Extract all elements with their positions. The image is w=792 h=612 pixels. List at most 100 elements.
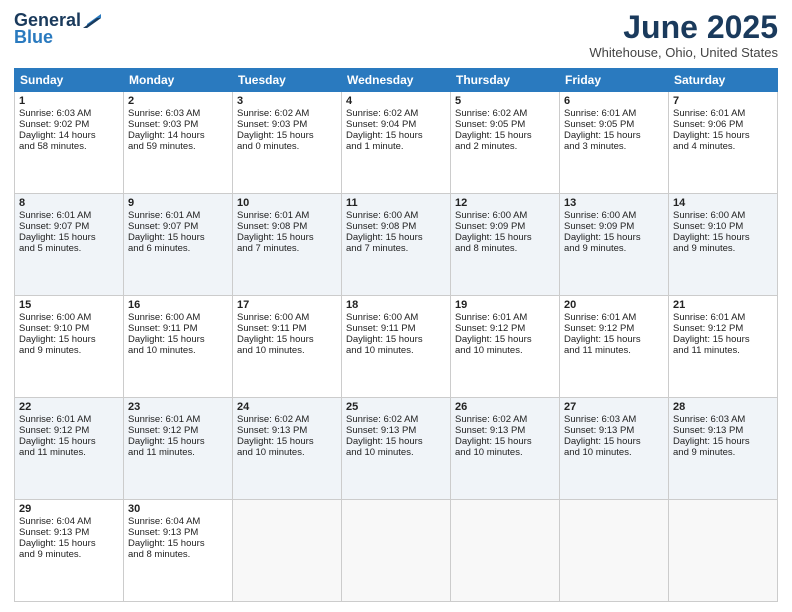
day-number: 24 [237,401,337,413]
day-info: Sunrise: 6:01 AM [455,312,555,323]
calendar-cell: 3Sunrise: 6:02 AMSunset: 9:03 PMDaylight… [233,92,342,194]
day-info: and 9 minutes. [673,243,773,254]
day-info: Sunset: 9:03 PM [237,119,337,130]
day-info: Sunset: 9:13 PM [237,425,337,436]
day-info: Sunset: 9:07 PM [19,221,119,232]
day-info: and 59 minutes. [128,141,228,152]
day-info: Daylight: 15 hours [237,334,337,345]
day-info: Sunset: 9:08 PM [237,221,337,232]
day-info: Sunset: 9:09 PM [455,221,555,232]
day-info: and 6 minutes. [128,243,228,254]
day-info: Sunset: 9:02 PM [19,119,119,130]
day-number: 20 [564,299,664,311]
day-number: 16 [128,299,228,311]
day-info: Daylight: 15 hours [564,130,664,141]
day-info: Daylight: 15 hours [455,130,555,141]
day-number: 8 [19,197,119,209]
day-info: and 8 minutes. [455,243,555,254]
day-number: 1 [19,95,119,107]
day-info: Daylight: 15 hours [237,436,337,447]
day-info: Daylight: 15 hours [346,436,446,447]
day-number: 4 [346,95,446,107]
table-row: 22Sunrise: 6:01 AMSunset: 9:12 PMDayligh… [15,398,778,500]
day-info: Daylight: 15 hours [346,232,446,243]
day-info: Daylight: 15 hours [128,232,228,243]
calendar-cell: 18Sunrise: 6:00 AMSunset: 9:11 PMDayligh… [342,296,451,398]
day-number: 26 [455,401,555,413]
day-info: Sunset: 9:07 PM [128,221,228,232]
day-info: Daylight: 15 hours [128,436,228,447]
table-row: 15Sunrise: 6:00 AMSunset: 9:10 PMDayligh… [15,296,778,398]
day-info: and 11 minutes. [19,447,119,458]
day-info: Sunset: 9:13 PM [673,425,773,436]
logo: General Blue [14,10,101,48]
day-number: 7 [673,95,773,107]
calendar-cell: 12Sunrise: 6:00 AMSunset: 9:09 PMDayligh… [451,194,560,296]
day-info: Sunrise: 6:02 AM [346,108,446,119]
header-row: Sunday Monday Tuesday Wednesday Thursday… [15,69,778,92]
day-number: 22 [19,401,119,413]
calendar-cell: 14Sunrise: 6:00 AMSunset: 9:10 PMDayligh… [669,194,778,296]
day-info: Sunset: 9:12 PM [673,323,773,334]
day-info: and 2 minutes. [455,141,555,152]
day-info: Daylight: 15 hours [237,232,337,243]
day-info: and 3 minutes. [564,141,664,152]
day-info: Daylight: 15 hours [19,334,119,345]
day-info: Daylight: 15 hours [19,436,119,447]
day-number: 2 [128,95,228,107]
calendar-cell [342,500,451,602]
day-info: and 10 minutes. [564,447,664,458]
day-info: Daylight: 15 hours [128,538,228,549]
day-info: Daylight: 15 hours [564,334,664,345]
title-block: June 2025 Whitehouse, Ohio, United State… [589,10,778,60]
day-info: Daylight: 15 hours [19,232,119,243]
day-info: Sunset: 9:05 PM [564,119,664,130]
day-info: and 7 minutes. [346,243,446,254]
day-info: and 0 minutes. [237,141,337,152]
day-info: Sunset: 9:12 PM [19,425,119,436]
calendar-cell: 28Sunrise: 6:03 AMSunset: 9:13 PMDayligh… [669,398,778,500]
col-friday: Friday [560,69,669,92]
day-number: 29 [19,503,119,515]
day-info: Sunset: 9:13 PM [128,527,228,538]
day-info: Sunset: 9:11 PM [237,323,337,334]
calendar-cell: 2Sunrise: 6:03 AMSunset: 9:03 PMDaylight… [124,92,233,194]
day-info: Sunset: 9:10 PM [19,323,119,334]
day-number: 6 [564,95,664,107]
day-info: and 11 minutes. [128,447,228,458]
day-info: Sunset: 9:12 PM [455,323,555,334]
day-info: Sunset: 9:06 PM [673,119,773,130]
day-info: Sunrise: 6:00 AM [237,312,337,323]
col-thursday: Thursday [451,69,560,92]
day-info: and 10 minutes. [237,345,337,356]
calendar-cell: 17Sunrise: 6:00 AMSunset: 9:11 PMDayligh… [233,296,342,398]
day-number: 28 [673,401,773,413]
day-info: Sunrise: 6:01 AM [19,210,119,221]
day-number: 19 [455,299,555,311]
day-info: and 9 minutes. [564,243,664,254]
day-info: Sunset: 9:13 PM [19,527,119,538]
calendar-cell: 30Sunrise: 6:04 AMSunset: 9:13 PMDayligh… [124,500,233,602]
calendar-cell [451,500,560,602]
day-info: Sunrise: 6:01 AM [673,108,773,119]
day-number: 15 [19,299,119,311]
calendar-cell: 29Sunrise: 6:04 AMSunset: 9:13 PMDayligh… [15,500,124,602]
day-info: Sunset: 9:11 PM [128,323,228,334]
calendar-cell: 8Sunrise: 6:01 AMSunset: 9:07 PMDaylight… [15,194,124,296]
col-tuesday: Tuesday [233,69,342,92]
day-info: Sunrise: 6:00 AM [19,312,119,323]
calendar-cell: 6Sunrise: 6:01 AMSunset: 9:05 PMDaylight… [560,92,669,194]
day-number: 9 [128,197,228,209]
day-info: Sunrise: 6:01 AM [673,312,773,323]
day-info: Daylight: 15 hours [455,436,555,447]
calendar-cell: 20Sunrise: 6:01 AMSunset: 9:12 PMDayligh… [560,296,669,398]
day-info: Daylight: 14 hours [19,130,119,141]
day-info: and 9 minutes. [19,549,119,560]
day-info: Sunrise: 6:00 AM [346,210,446,221]
day-info: Sunrise: 6:04 AM [19,516,119,527]
calendar-cell: 1Sunrise: 6:03 AMSunset: 9:02 PMDaylight… [15,92,124,194]
calendar-cell: 16Sunrise: 6:00 AMSunset: 9:11 PMDayligh… [124,296,233,398]
day-info: Sunrise: 6:01 AM [128,210,228,221]
day-info: Daylight: 15 hours [564,232,664,243]
day-info: Sunrise: 6:00 AM [346,312,446,323]
